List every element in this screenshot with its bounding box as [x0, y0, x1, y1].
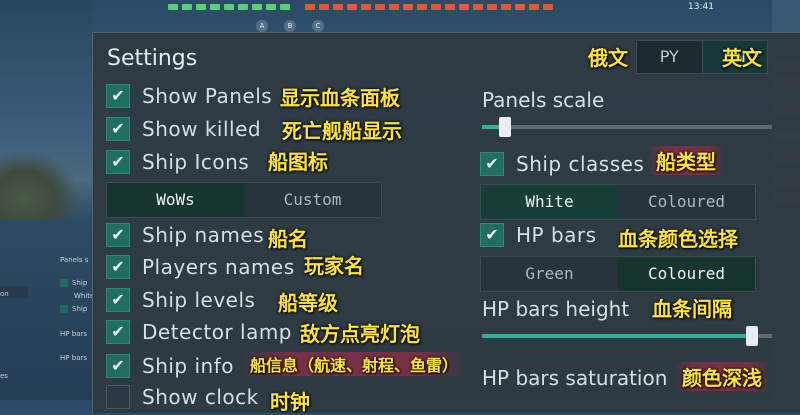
checkbox[interactable]: ✔: [480, 223, 504, 247]
classes-color-toggle[interactable]: White Coloured: [480, 184, 756, 220]
ally-team-icons: [168, 4, 290, 14]
checkbox[interactable]: ✔: [106, 354, 130, 378]
capture-points: A B C: [256, 20, 324, 32]
annotation: 船信息（航速、射程、鱼雷）: [242, 352, 467, 376]
hp-saturation-label: HP bars saturation: [482, 366, 668, 390]
icons-wows-option[interactable]: WoWs: [107, 183, 244, 217]
annotation: 船类型: [648, 146, 724, 175]
ship-info-label: Ship info: [142, 354, 234, 378]
hp-bars-row[interactable]: ✔ HP bars: [480, 221, 597, 249]
checkbox[interactable]: ✔: [106, 288, 130, 312]
hp-height-knob[interactable]: [745, 326, 758, 346]
ship-classes-label: Ship classes: [516, 152, 645, 176]
lang-ru-annotation: 俄文: [588, 46, 628, 70]
checkbox[interactable]: ✔: [106, 223, 130, 247]
checkbox[interactable]: ✔: [106, 255, 130, 279]
island-background: [0, 150, 80, 220]
ship-classes-row[interactable]: ✔ Ship classes: [480, 150, 644, 178]
bg-checkbox: [60, 279, 68, 287]
show-clock-label: Show clock: [142, 385, 259, 409]
lang-en-annotation: 英文: [722, 46, 762, 70]
checkbox[interactable]: ✔: [106, 150, 130, 174]
annotation: 颜色深浅: [674, 362, 770, 391]
bg-hp-label: Ship: [72, 305, 88, 313]
capture-point-c: C: [312, 20, 324, 32]
checkbox[interactable]: ✔: [106, 385, 130, 409]
icons-custom-option[interactable]: Custom: [244, 183, 381, 217]
ship-levels-row[interactable]: ✔ Ship levels: [106, 286, 255, 314]
classes-coloured-option[interactable]: Coloured: [618, 185, 755, 219]
hp-bars-label: HP bars: [516, 223, 597, 247]
bg-hp-bars-label: HP bars: [60, 330, 87, 338]
classes-white-option[interactable]: White: [481, 185, 618, 219]
annotation: 显示血条面板: [280, 86, 400, 110]
annotation: 血条间隔: [652, 297, 732, 321]
bg-es-label: es: [0, 372, 8, 380]
icons-style-toggle[interactable]: WoWs Custom: [106, 182, 382, 218]
annotation: 时钟: [270, 390, 310, 414]
ship-names-row[interactable]: ✔ Ship names: [106, 221, 264, 249]
ship-names-label: Ship names: [142, 223, 265, 247]
enemy-team-icons: [305, 4, 553, 10]
bg-hp-bars-label-2: HP bars: [60, 354, 87, 362]
capture-point-a: A: [256, 20, 268, 32]
game-clock: 13:41: [688, 2, 714, 12]
panels-scale-label: Panels scale: [482, 88, 605, 112]
bg-panels-scale-label: Panels s: [60, 256, 89, 264]
ship-icons-label: Ship Icons: [142, 150, 250, 174]
bg-on-label: on: [0, 290, 9, 298]
hp-height-fill: [482, 334, 752, 338]
detector-lamp-row[interactable]: ✔ Detector lamp: [106, 318, 292, 346]
checkbox[interactable]: ✔: [106, 320, 130, 344]
players-names-label: Players names: [142, 255, 295, 279]
panels-scale-track[interactable]: [482, 125, 772, 129]
hp-bars-height-label: HP bars height: [482, 297, 630, 321]
hp-green-option[interactable]: Green: [481, 257, 618, 291]
annotation: 血条颜色选择: [618, 227, 738, 251]
annotation: 敌方点亮灯泡: [300, 322, 420, 346]
checkbox[interactable]: ✔: [106, 84, 130, 108]
ship-levels-label: Ship levels: [142, 288, 256, 312]
show-panels-label: Show Panels: [142, 84, 273, 108]
annotation: 船图标: [268, 150, 328, 174]
annotation: 玩家名: [304, 254, 364, 278]
hp-coloured-option[interactable]: Coloured: [618, 257, 755, 291]
show-killed-row[interactable]: ✔ Show killed: [106, 115, 261, 143]
hp-color-toggle[interactable]: Green Coloured: [480, 256, 756, 292]
checkbox[interactable]: ✔: [480, 152, 504, 176]
panels-scale-knob[interactable]: [499, 117, 512, 137]
show-clock-row[interactable]: ✔ Show clock: [106, 383, 259, 411]
ship-info-row[interactable]: ✔ Ship info: [106, 352, 234, 380]
ship-icons-row[interactable]: ✔ Ship Icons: [106, 148, 249, 176]
bg-ship-label: Ship: [72, 279, 88, 287]
lang-ru-option[interactable]: PY: [637, 41, 702, 73]
show-killed-label: Show killed: [142, 117, 262, 141]
bg-checkbox: [60, 305, 68, 313]
detector-lamp-label: Detector lamp: [142, 320, 292, 344]
annotation: 船名: [268, 227, 308, 251]
show-panels-row[interactable]: ✔ Show Panels: [106, 82, 272, 110]
checkbox[interactable]: ✔: [106, 117, 130, 141]
capture-point-b: B: [284, 20, 296, 32]
settings-title: Settings: [107, 46, 198, 71]
annotation: 船等级: [278, 291, 338, 315]
players-names-row[interactable]: ✔ Players names: [106, 253, 295, 281]
annotation: 死亡舰船显示: [282, 119, 402, 143]
